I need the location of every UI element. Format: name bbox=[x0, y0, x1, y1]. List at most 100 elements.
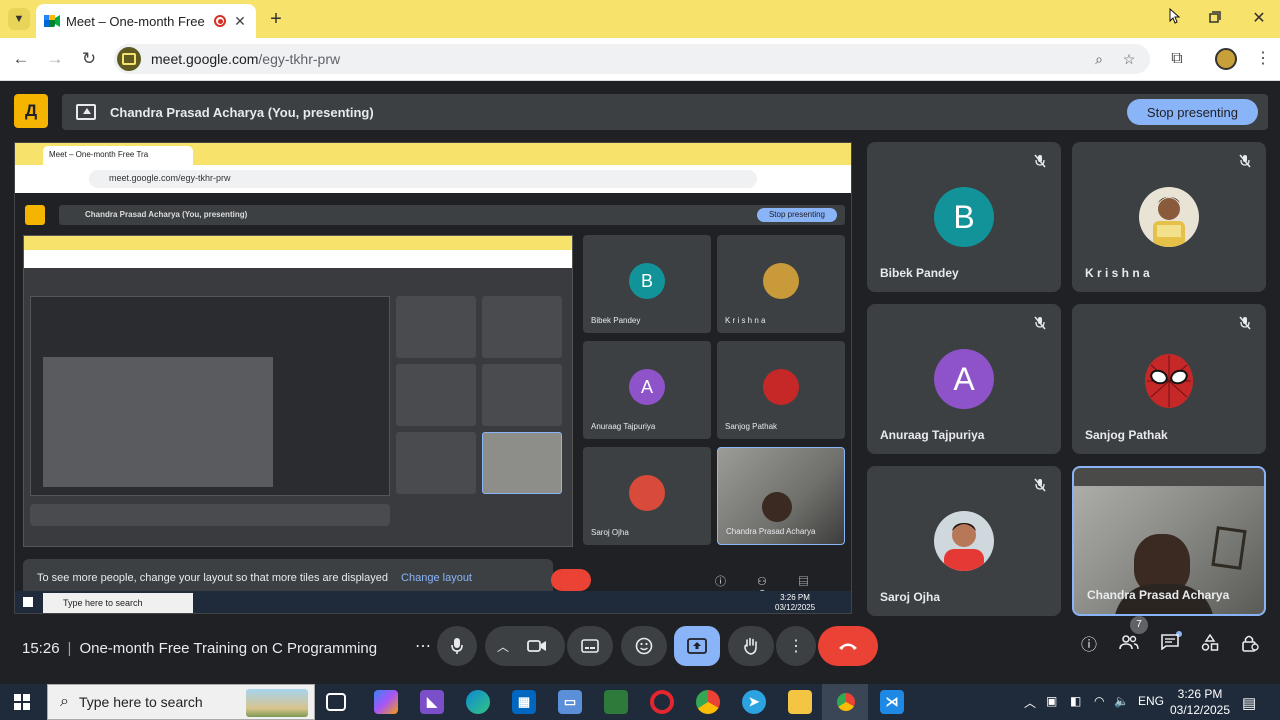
meeting-details: 15:26 | One-month Free Training on C Progr… bbox=[22, 640, 378, 657]
control-panel-icon[interactable]: ▭ bbox=[558, 690, 582, 714]
copilot-icon[interactable] bbox=[374, 690, 398, 714]
people-icon[interactable] bbox=[1117, 634, 1141, 658]
taskbar-time: 3:26 PM bbox=[1177, 687, 1223, 701]
mic-off-icon bbox=[1238, 154, 1252, 168]
participant-tile-self[interactable]: Chandra Prasad Acharya bbox=[1072, 466, 1266, 616]
profile-avatar[interactable] bbox=[1215, 48, 1237, 70]
wifi-icon[interactable]: ◠ bbox=[1094, 694, 1104, 708]
more-options-button[interactable]: ⋮ bbox=[776, 626, 816, 666]
notification-icon[interactable]: ▤ bbox=[1242, 694, 1256, 712]
presenting-bar: Chandra Prasad Acharya (You, presenting)… bbox=[62, 94, 1268, 130]
photos-icon[interactable] bbox=[604, 690, 628, 714]
participant-name: Chandra Prasad Acharya bbox=[1087, 588, 1230, 602]
captions-button[interactable] bbox=[567, 626, 613, 666]
windows-start-icon[interactable] bbox=[14, 694, 30, 710]
info-icon[interactable]: ⓘ bbox=[1077, 634, 1101, 658]
search-icon: ⌕ bbox=[60, 693, 69, 710]
edge-icon[interactable] bbox=[466, 690, 490, 714]
vscode-icon[interactable]: ⋊ bbox=[880, 690, 904, 714]
present-button[interactable] bbox=[674, 626, 720, 666]
emoji-button[interactable] bbox=[621, 626, 667, 666]
zoom-icon[interactable]: ⌕ bbox=[1088, 48, 1110, 70]
tray-chevron-icon[interactable]: ︿ bbox=[1024, 694, 1036, 711]
chat-icon[interactable] bbox=[1158, 634, 1182, 658]
participant-tile[interactable]: B Bibek Pandey bbox=[867, 142, 1061, 292]
tray-app-icon[interactable]: ◧ bbox=[1070, 694, 1081, 708]
meet-logo: Д bbox=[14, 94, 48, 128]
url-path: /egy-tkhr-prw bbox=[258, 51, 341, 67]
tab-strip: ▼ Meet – One-month Free Tra ✕ + ✕ bbox=[0, 0, 1280, 38]
phone-hangup-icon bbox=[839, 643, 857, 650]
file-explorer-icon[interactable] bbox=[788, 690, 812, 714]
activities-icon[interactable] bbox=[1198, 633, 1222, 658]
recording-icon bbox=[214, 15, 226, 27]
nested-screen-2 bbox=[30, 296, 390, 496]
bookmark-star-icon[interactable]: ☆ bbox=[1118, 48, 1140, 70]
extensions-icon[interactable]: ⧉ bbox=[1166, 48, 1188, 70]
host-controls-icon[interactable] bbox=[1238, 634, 1262, 658]
site-info-icon[interactable] bbox=[117, 47, 141, 71]
avatar: B bbox=[934, 187, 994, 247]
task-view-icon[interactable] bbox=[326, 693, 346, 711]
participant-tile[interactable]: Sanjog Pathak bbox=[1072, 304, 1266, 454]
emoji-icon bbox=[635, 637, 653, 655]
shared-time: 3:26 PM bbox=[780, 593, 810, 602]
shared-url: meet.google.com/egy-tkhr-prw bbox=[89, 170, 757, 188]
back-icon[interactable]: ← bbox=[10, 48, 32, 70]
chrome-icon[interactable] bbox=[696, 690, 720, 714]
leave-call-button[interactable] bbox=[818, 626, 878, 666]
participant-tile[interactable]: A Anuraag Tajpuriya bbox=[867, 304, 1061, 454]
new-tab-button[interactable]: + bbox=[266, 8, 286, 30]
volume-icon[interactable]: 🔈 bbox=[1114, 694, 1129, 708]
shared-presenting-label: Chandra Prasad Acharya (You, presenting) bbox=[85, 210, 248, 219]
chevron-up-icon[interactable]: ︿ bbox=[497, 638, 509, 655]
close-window-icon[interactable]: ✕ bbox=[1244, 8, 1274, 30]
shared-tiles: B Bibek Pandey K r i s h n a A Anuraag Taj… bbox=[583, 235, 845, 549]
tab-meet[interactable]: Meet – One-month Free Tra ✕ bbox=[36, 4, 256, 38]
participant-tile[interactable]: Saroj Ojha bbox=[867, 466, 1061, 616]
mic-off-icon bbox=[1033, 316, 1047, 330]
taskbar-search[interactable]: ⌕ Type here to search bbox=[47, 684, 315, 720]
present-screen-icon bbox=[76, 104, 96, 120]
meet-window: Д Chandra Prasad Acharya (You, presentin… bbox=[0, 82, 1280, 684]
stop-presenting-button[interactable]: Stop presenting bbox=[1126, 99, 1258, 125]
tab-search-button[interactable]: ▼ bbox=[8, 8, 30, 30]
close-tab-icon[interactable]: ✕ bbox=[232, 13, 248, 30]
taskbar-clock[interactable]: 3:26 PM 03/12/2025 bbox=[1168, 686, 1232, 718]
presenting-label: Chandra Prasad Acharya (You, presenting) bbox=[110, 104, 374, 120]
minimize-icon[interactable] bbox=[1160, 7, 1190, 31]
raise-hand-button[interactable] bbox=[728, 626, 774, 666]
shared-taskbar-search: Type here to search bbox=[43, 593, 193, 613]
mic-icon bbox=[451, 638, 463, 654]
shared-screen: Meet – One-month Free Tra meet.google.co… bbox=[14, 142, 852, 614]
shared-tabstrip: Meet – One-month Free Tra bbox=[15, 143, 851, 165]
telegram-icon[interactable]: ➤ bbox=[742, 690, 766, 714]
shared-tab-title: Meet – One-month Free Tra bbox=[43, 146, 193, 165]
mic-button[interactable] bbox=[437, 626, 477, 666]
language-indicator[interactable]: ENG bbox=[1138, 694, 1164, 708]
camera-button[interactable]: ︿ bbox=[485, 626, 565, 666]
participant-name: Bibek Pandey bbox=[880, 266, 959, 280]
people-count-badge: 7 bbox=[1130, 616, 1148, 634]
url-host: meet.google.com bbox=[151, 51, 259, 67]
opera-icon[interactable] bbox=[650, 690, 674, 714]
participant-tile[interactable]: K r i s h n a bbox=[1072, 142, 1266, 292]
mic-off-icon bbox=[1238, 316, 1252, 330]
shared-date: 03/12/2025 bbox=[775, 603, 816, 612]
raise-hand-icon bbox=[744, 637, 757, 655]
meet-tray-icon[interactable]: ▣ bbox=[1046, 694, 1057, 708]
shared-change-layout: Change layout bbox=[401, 572, 472, 584]
forward-icon[interactable]: → bbox=[44, 48, 66, 70]
address-bar[interactable]: meet.google.com/egy-tkhr-prw ⌕ ☆ bbox=[114, 44, 1150, 74]
participant-name: Sanjog Pathak bbox=[1085, 428, 1168, 442]
more-menu-icon[interactable]: ⋮ bbox=[1252, 48, 1274, 70]
shared-toolbar: meet.google.com/egy-tkhr-prw bbox=[15, 165, 851, 193]
shared-hangup bbox=[551, 569, 591, 591]
reload-icon[interactable]: ↻ bbox=[78, 48, 100, 70]
chrome-active-icon[interactable] bbox=[834, 690, 858, 714]
meet-controls: 15:26 | One-month Free Training on C Progr… bbox=[0, 616, 1280, 684]
meeting-title: One-month Free Training on C Programming bbox=[79, 640, 378, 657]
restore-icon[interactable] bbox=[1200, 8, 1230, 30]
store-icon[interactable]: ▦ bbox=[512, 690, 536, 714]
visual-studio-icon[interactable]: ◣ bbox=[420, 690, 444, 714]
